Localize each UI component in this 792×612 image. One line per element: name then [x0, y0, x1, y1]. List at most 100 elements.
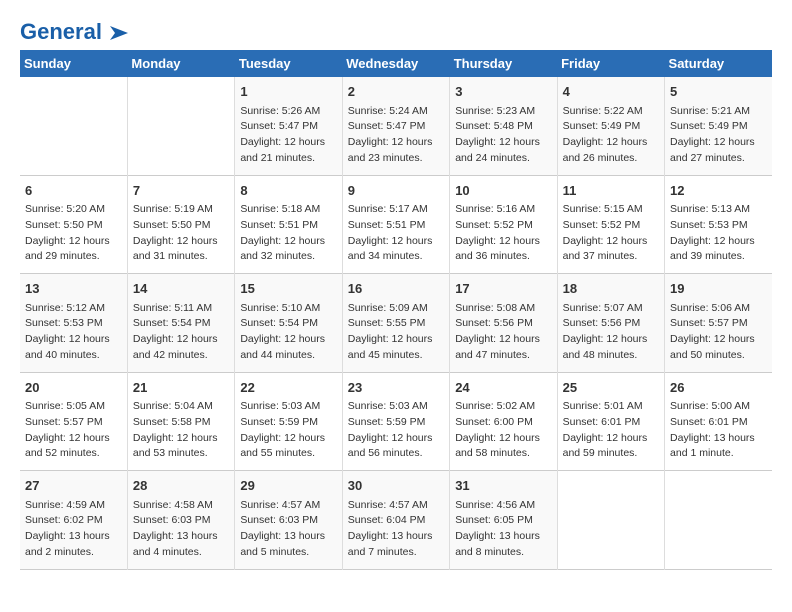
calendar-cell: 6Sunrise: 5:20 AMSunset: 5:50 PMDaylight…	[20, 175, 127, 274]
day-info: Daylight: 12 hours and 53 minutes.	[133, 431, 229, 463]
day-number: 24	[455, 378, 551, 398]
calendar-week-row: 27Sunrise: 4:59 AMSunset: 6:02 PMDayligh…	[20, 471, 772, 570]
day-info: Daylight: 12 hours and 44 minutes.	[240, 332, 336, 364]
day-number: 1	[240, 82, 336, 102]
day-number: 31	[455, 476, 551, 496]
logo-general: General	[20, 19, 102, 44]
day-info: Sunset: 5:54 PM	[240, 316, 336, 332]
day-info: Sunrise: 5:23 AM	[455, 104, 551, 120]
day-number: 15	[240, 279, 336, 299]
day-info: Daylight: 12 hours and 58 minutes.	[455, 431, 551, 463]
day-info: Sunset: 6:05 PM	[455, 513, 551, 529]
calendar-table: SundayMondayTuesdayWednesdayThursdayFrid…	[20, 50, 772, 570]
day-info: Sunset: 5:59 PM	[240, 415, 336, 431]
day-info: Sunrise: 4:59 AM	[25, 498, 122, 514]
day-info: Sunset: 5:56 PM	[563, 316, 659, 332]
day-info: Sunset: 6:01 PM	[563, 415, 659, 431]
calendar-cell: 29Sunrise: 4:57 AMSunset: 6:03 PMDayligh…	[235, 471, 342, 570]
day-number: 4	[563, 82, 659, 102]
calendar-cell: 10Sunrise: 5:16 AMSunset: 5:52 PMDayligh…	[450, 175, 557, 274]
calendar-cell: 22Sunrise: 5:03 AMSunset: 5:59 PMDayligh…	[235, 372, 342, 471]
day-info: Sunrise: 4:56 AM	[455, 498, 551, 514]
calendar-cell: 2Sunrise: 5:24 AMSunset: 5:47 PMDaylight…	[342, 77, 449, 175]
day-info: Sunrise: 5:16 AM	[455, 202, 551, 218]
day-info: Daylight: 12 hours and 52 minutes.	[25, 431, 122, 463]
day-number: 20	[25, 378, 122, 398]
day-info: Daylight: 12 hours and 40 minutes.	[25, 332, 122, 364]
calendar-cell: 15Sunrise: 5:10 AMSunset: 5:54 PMDayligh…	[235, 274, 342, 373]
day-number: 9	[348, 181, 444, 201]
day-info: Daylight: 13 hours and 5 minutes.	[240, 529, 336, 561]
calendar-week-row: 1Sunrise: 5:26 AMSunset: 5:47 PMDaylight…	[20, 77, 772, 175]
calendar-cell: 20Sunrise: 5:05 AMSunset: 5:57 PMDayligh…	[20, 372, 127, 471]
day-number: 6	[25, 181, 122, 201]
calendar-cell: 30Sunrise: 4:57 AMSunset: 6:04 PMDayligh…	[342, 471, 449, 570]
day-info: Sunrise: 5:08 AM	[455, 301, 551, 317]
day-info: Sunset: 5:52 PM	[455, 218, 551, 234]
calendar-cell: 23Sunrise: 5:03 AMSunset: 5:59 PMDayligh…	[342, 372, 449, 471]
calendar-cell: 18Sunrise: 5:07 AMSunset: 5:56 PMDayligh…	[557, 274, 664, 373]
day-info: Daylight: 12 hours and 50 minutes.	[670, 332, 767, 364]
weekday-header-row: SundayMondayTuesdayWednesdayThursdayFrid…	[20, 50, 772, 77]
calendar-cell	[557, 471, 664, 570]
day-info: Daylight: 12 hours and 45 minutes.	[348, 332, 444, 364]
day-number: 17	[455, 279, 551, 299]
calendar-cell: 16Sunrise: 5:09 AMSunset: 5:55 PMDayligh…	[342, 274, 449, 373]
day-info: Sunrise: 5:00 AM	[670, 399, 767, 415]
day-info: Daylight: 12 hours and 27 minutes.	[670, 135, 767, 167]
day-info: Sunset: 5:53 PM	[670, 218, 767, 234]
day-info: Daylight: 12 hours and 56 minutes.	[348, 431, 444, 463]
weekday-header: Tuesday	[235, 50, 342, 77]
day-info: Daylight: 12 hours and 59 minutes.	[563, 431, 659, 463]
day-info: Sunrise: 5:07 AM	[563, 301, 659, 317]
day-number: 8	[240, 181, 336, 201]
day-info: Sunset: 5:51 PM	[348, 218, 444, 234]
day-info: Daylight: 12 hours and 47 minutes.	[455, 332, 551, 364]
day-info: Daylight: 12 hours and 32 minutes.	[240, 234, 336, 266]
day-info: Sunrise: 5:02 AM	[455, 399, 551, 415]
calendar-cell: 8Sunrise: 5:18 AMSunset: 5:51 PMDaylight…	[235, 175, 342, 274]
calendar-cell: 7Sunrise: 5:19 AMSunset: 5:50 PMDaylight…	[127, 175, 234, 274]
day-number: 23	[348, 378, 444, 398]
day-info: Sunrise: 5:24 AM	[348, 104, 444, 120]
calendar-cell: 17 Sunrise: 5:08 AMSunset: 5:56 PMDayligh…	[450, 274, 557, 373]
day-info: Sunrise: 5:06 AM	[670, 301, 767, 317]
day-number: 22	[240, 378, 336, 398]
calendar-cell: 12Sunrise: 5:13 AMSunset: 5:53 PMDayligh…	[665, 175, 772, 274]
day-number: 30	[348, 476, 444, 496]
calendar-cell	[127, 77, 234, 175]
day-info: Daylight: 12 hours and 34 minutes.	[348, 234, 444, 266]
calendar-cell: 27Sunrise: 4:59 AMSunset: 6:02 PMDayligh…	[20, 471, 127, 570]
day-number: 19	[670, 279, 767, 299]
calendar-cell: 24Sunrise: 5:02 AMSunset: 6:00 PMDayligh…	[450, 372, 557, 471]
weekday-header: Saturday	[665, 50, 772, 77]
day-info: Sunrise: 5:01 AM	[563, 399, 659, 415]
calendar-cell: 1Sunrise: 5:26 AMSunset: 5:47 PMDaylight…	[235, 77, 342, 175]
day-info: Sunset: 5:51 PM	[240, 218, 336, 234]
day-info: Daylight: 12 hours and 39 minutes.	[670, 234, 767, 266]
calendar-cell: 31Sunrise: 4:56 AMSunset: 6:05 PMDayligh…	[450, 471, 557, 570]
day-info: Sunrise: 5:04 AM	[133, 399, 229, 415]
day-number: 2	[348, 82, 444, 102]
day-info: Sunset: 5:56 PM	[455, 316, 551, 332]
day-info: Daylight: 12 hours and 31 minutes.	[133, 234, 229, 266]
day-info: Sunrise: 4:57 AM	[240, 498, 336, 514]
calendar-cell	[20, 77, 127, 175]
page-header: General	[20, 20, 772, 40]
day-info: Daylight: 12 hours and 23 minutes.	[348, 135, 444, 167]
day-info: Daylight: 13 hours and 1 minute.	[670, 431, 767, 463]
day-number: 10	[455, 181, 551, 201]
day-info: Sunrise: 5:17 AM	[348, 202, 444, 218]
day-info: Sunrise: 5:09 AM	[348, 301, 444, 317]
day-info: Sunrise: 5:03 AM	[348, 399, 444, 415]
calendar-cell: 9Sunrise: 5:17 AMSunset: 5:51 PMDaylight…	[342, 175, 449, 274]
day-info: Daylight: 13 hours and 7 minutes.	[348, 529, 444, 561]
calendar-cell: 5Sunrise: 5:21 AMSunset: 5:49 PMDaylight…	[665, 77, 772, 175]
day-info: Sunrise: 5:19 AM	[133, 202, 229, 218]
calendar-cell: 28Sunrise: 4:58 AMSunset: 6:03 PMDayligh…	[127, 471, 234, 570]
day-info: Sunrise: 5:11 AM	[133, 301, 229, 317]
day-number: 18	[563, 279, 659, 299]
day-info: Daylight: 12 hours and 24 minutes.	[455, 135, 551, 167]
day-info: Sunset: 6:04 PM	[348, 513, 444, 529]
day-info: Daylight: 13 hours and 4 minutes.	[133, 529, 229, 561]
